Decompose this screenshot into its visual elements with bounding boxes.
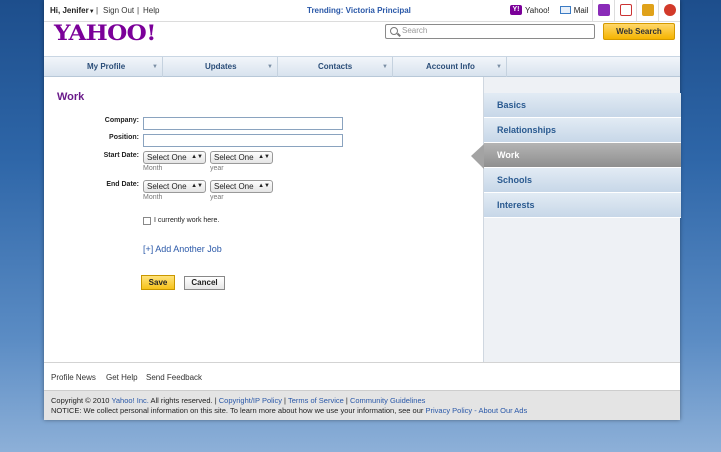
footer-links: Profile News Get Help Send Feedback	[44, 362, 680, 390]
app-shortcut[interactable]	[592, 0, 614, 22]
section-title: Work	[57, 91, 85, 103]
mail-icon	[559, 6, 571, 14]
copyright-text: Copyright © 2010	[51, 396, 112, 405]
sidebar-item-basics[interactable]: Basics	[484, 93, 681, 118]
page: Hi, Jenifer▼ | Sign Out | Help Trending:…	[44, 0, 681, 420]
select-value: Select One	[147, 153, 187, 162]
tab-contacts[interactable]: Contacts ▼	[278, 57, 393, 77]
get-help-link[interactable]: Get Help	[106, 373, 138, 382]
tab-label: My Profile	[87, 62, 126, 71]
trending-link[interactable]: Trending: Victoria Principal	[307, 6, 411, 15]
select-value: Select One	[214, 182, 254, 191]
chevron-down-icon: ▼	[496, 64, 502, 70]
start-month-select[interactable]: Select One ▲▼	[143, 151, 206, 164]
select-value: Select One	[214, 153, 254, 162]
utility-bar: Hi, Jenifer▼ | Sign Out | Help Trending:…	[44, 0, 680, 22]
privacy-policy-link[interactable]: Privacy Policy	[425, 406, 472, 415]
month-hint: Month	[143, 194, 163, 201]
select-arrows-icon: ▲▼	[191, 154, 203, 160]
select-arrows-icon: ▲▼	[258, 154, 270, 160]
app-shortcut[interactable]	[614, 0, 636, 22]
chevron-down-icon: ▼	[267, 64, 273, 70]
select-arrows-icon: ▲▼	[258, 183, 270, 189]
about-our-ads-link[interactable]: About Our Ads	[478, 406, 527, 415]
search-icon	[390, 27, 398, 35]
search-input[interactable]: Search	[385, 24, 595, 39]
notice-line: NOTICE: We collect personal information …	[51, 406, 527, 415]
end-month-select[interactable]: Select One ▲▼	[143, 180, 206, 193]
current-work-label: I currently work here.	[154, 217, 220, 224]
copyright-ip-link[interactable]: Copyright/IP Policy	[219, 396, 282, 405]
yahoo-inc-link[interactable]: Yahoo! Inc.	[111, 396, 148, 405]
current-work-checkbox[interactable]	[143, 217, 151, 225]
sign-out-link[interactable]: Sign Out	[103, 6, 134, 15]
yahoo-logo[interactable]: YAHOO!	[54, 20, 156, 45]
tab-account-info[interactable]: Account Info ▼	[393, 57, 507, 77]
divider: |	[96, 6, 99, 15]
sidebar-item-interests[interactable]: Interests	[484, 193, 681, 218]
tab-label: Contacts	[318, 62, 353, 71]
web-search-button[interactable]: Web Search	[603, 23, 675, 40]
tab-updates[interactable]: Updates ▼	[163, 57, 278, 77]
company-label: Company:	[104, 117, 139, 124]
app-shortcut[interactable]	[636, 0, 658, 22]
start-date-label: Start Date:	[103, 152, 139, 159]
top-right-links: Y! Yahoo! Mail	[510, 5, 588, 15]
legal-footer: Copyright © 2010 Yahoo! Inc. All rights …	[44, 390, 680, 420]
community-guidelines-link[interactable]: Community Guidelines	[350, 396, 425, 405]
profile-nav: My Profile ▼ Updates ▼ Contacts ▼ Accoun…	[44, 56, 680, 77]
logo-text: YAHOO!	[54, 20, 156, 45]
position-field[interactable]	[143, 134, 343, 147]
tab-label: Updates	[205, 62, 237, 71]
games-app-icon	[642, 4, 654, 16]
gift-app-icon	[664, 4, 676, 16]
chevron-down-icon: ▼	[152, 64, 158, 70]
sidebar-item-schools[interactable]: Schools	[484, 168, 681, 193]
sidebar-item-work[interactable]: Work	[484, 143, 681, 168]
start-year-select[interactable]: Select One ▲▼	[210, 151, 273, 164]
send-feedback-link[interactable]: Send Feedback	[146, 373, 202, 382]
profile-sections-sidebar: Basics Relationships Work Schools Intere…	[483, 77, 681, 362]
end-year-select[interactable]: Select One ▲▼	[210, 180, 273, 193]
position-label: Position:	[109, 134, 139, 141]
divider: |	[137, 6, 140, 15]
calendar-app-icon	[620, 4, 632, 16]
rights-text: All rights reserved. |	[148, 396, 219, 405]
yahoo-icon: Y!	[510, 5, 522, 15]
greeting-text: Hi, Jenifer	[50, 6, 89, 15]
sidebar-item-relationships[interactable]: Relationships	[484, 118, 681, 143]
terms-link[interactable]: Terms of Service	[288, 396, 344, 405]
select-arrows-icon: ▲▼	[191, 183, 203, 189]
yahoo-link[interactable]: Yahoo!	[525, 6, 550, 15]
cancel-button[interactable]: Cancel	[184, 276, 225, 290]
profile-app-icon	[598, 4, 610, 16]
active-pointer-arrow	[471, 144, 484, 169]
copyright-line: Copyright © 2010 Yahoo! Inc. All rights …	[51, 396, 425, 405]
tab-my-profile[interactable]: My Profile ▼	[44, 57, 163, 77]
user-greeting-menu[interactable]: Hi, Jenifer▼	[50, 6, 95, 15]
chevron-down-icon: ▼	[382, 64, 388, 70]
notice-text: NOTICE: We collect personal information …	[51, 406, 426, 415]
add-another-job-link[interactable]: [+] Add Another Job	[143, 244, 222, 254]
end-date-label: End Date:	[106, 181, 139, 188]
select-value: Select One	[147, 182, 187, 191]
chevron-down-icon: ▼	[88, 9, 95, 15]
app-shortcuts	[592, 0, 680, 22]
app-shortcut[interactable]	[658, 0, 680, 22]
help-link[interactable]: Help	[143, 6, 159, 15]
tab-label: Account Info	[426, 62, 475, 71]
profile-news-link[interactable]: Profile News	[51, 373, 96, 382]
mail-link[interactable]: Mail	[574, 6, 589, 15]
save-button[interactable]: Save	[141, 275, 175, 290]
work-form: Work Company: Position: Start Date: Sele…	[44, 77, 483, 362]
company-field[interactable]	[143, 117, 343, 130]
year-hint: year	[210, 194, 224, 201]
year-hint: year	[210, 165, 224, 172]
month-hint: Month	[143, 165, 163, 172]
